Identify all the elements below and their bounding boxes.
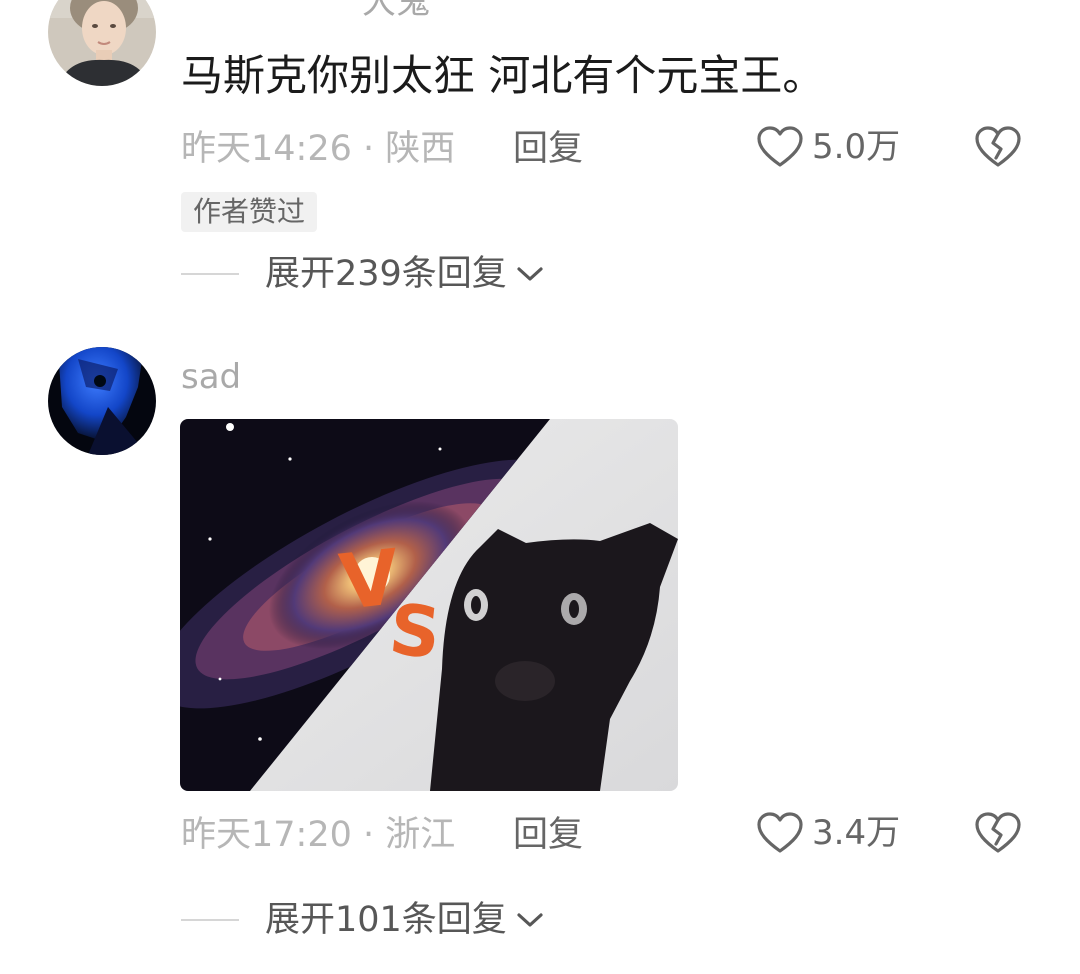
heart-icon [757, 126, 803, 167]
author-liked-badge: 作者赞过 [181, 192, 318, 232]
username[interactable]: sad [181, 357, 241, 397]
like-count: 5.0万 [812, 127, 901, 167]
divider-line [181, 919, 239, 921]
svg-text:S: S [386, 588, 445, 675]
user-avatar[interactable] [48, 0, 156, 86]
chevron-down-icon [517, 267, 543, 281]
chevron-down-icon [517, 913, 543, 927]
comment-meta: 昨天14:26 · 陕西 [181, 129, 456, 169]
broken-heart-icon [975, 812, 1021, 853]
expand-replies-button[interactable]: 展开239条回复 [181, 252, 545, 296]
like-button[interactable]: 3.4万 [756, 811, 900, 855]
comment-image[interactable]: V S [180, 419, 678, 791]
expand-replies-button[interactable]: 展开101条回复 [181, 898, 545, 942]
dislike-button[interactable] [974, 125, 1022, 173]
reply-button[interactable]: 回复 [513, 813, 583, 857]
comment-text: 马斯克你别太狂 河北有个元宝王。 [181, 51, 825, 100]
user-avatar[interactable] [48, 347, 156, 455]
divider-line [181, 273, 239, 275]
comment-meta: 昨天17:20 · 浙江 [181, 815, 456, 855]
expand-replies-label: 展开239条回复 [265, 254, 507, 294]
broken-heart-icon [975, 126, 1021, 167]
reply-button[interactable]: 回复 [513, 127, 583, 171]
like-button[interactable]: 5.0万 [756, 125, 900, 169]
heart-icon [757, 812, 803, 853]
expand-replies-label: 展开101条回复 [265, 900, 507, 940]
dislike-button[interactable] [974, 811, 1022, 859]
username[interactable]: 大鬼 [362, 0, 430, 22]
like-count: 3.4万 [812, 813, 901, 853]
